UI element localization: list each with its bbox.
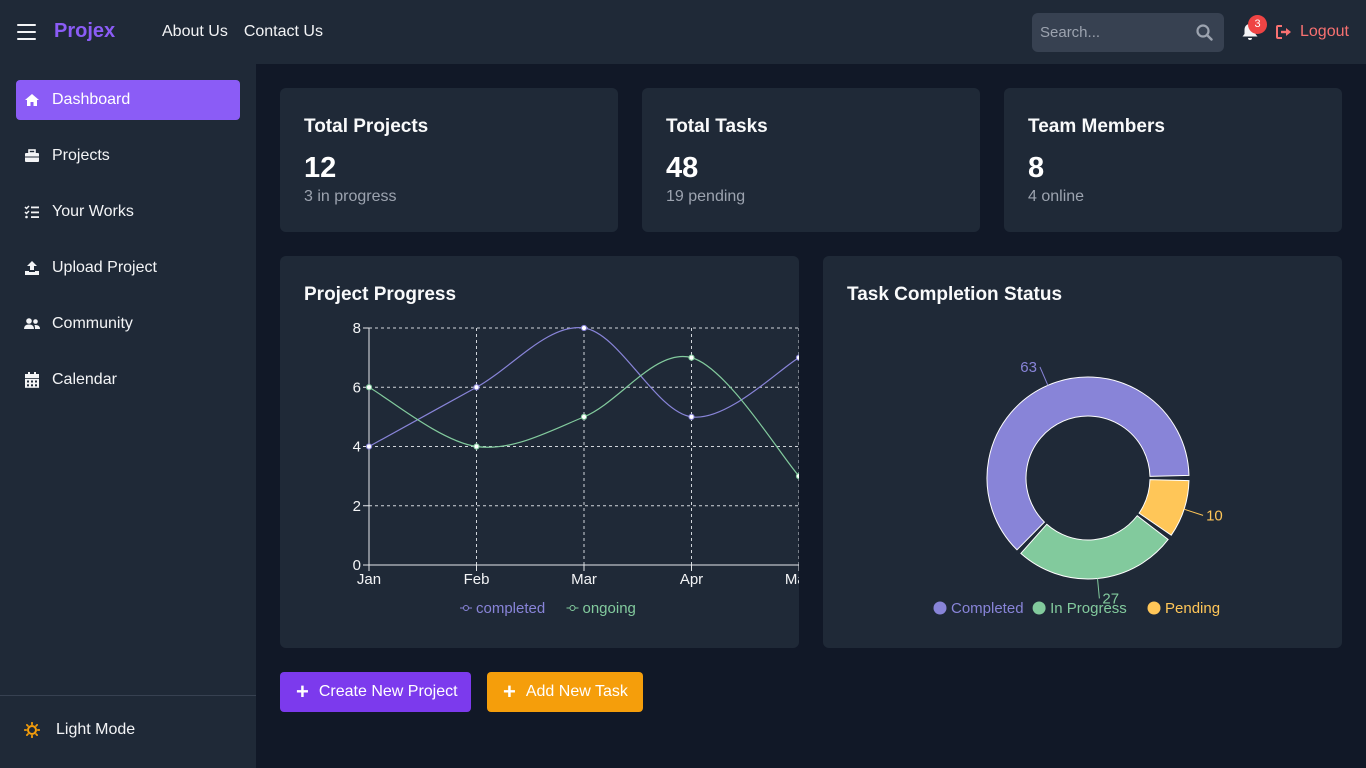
sidebar-item-calendar[interactable]: Calendar [16, 360, 240, 400]
brand-logo[interactable]: Projex [54, 20, 115, 43]
users-icon [24, 316, 40, 332]
data-point-ongoing [688, 354, 695, 361]
plus-icon: + [296, 679, 309, 704]
sidebar: Dashboard Projects Your Works Upload Pro… [0, 64, 256, 768]
logout-label: Logout [1300, 23, 1349, 40]
light-mode-label: Light Mode [56, 721, 136, 738]
add-task-button[interactable]: + Add New Task [487, 672, 643, 712]
sidebar-item-label: Projects [52, 147, 110, 164]
data-point-completed [580, 324, 588, 332]
task-status-panel: Task Completion Status 63 27 10 Completed In… [823, 256, 1342, 648]
legend-label: Completed [951, 600, 1024, 617]
top-nav: About Us Contact Us [162, 23, 323, 41]
upload-icon [24, 260, 40, 276]
stat-subtext: 19 pending [666, 188, 746, 205]
slice-leader-line [1183, 508, 1204, 516]
stat-card-total-tasks: Total Tasks 48 19 pending [642, 88, 980, 232]
y-tick-label: 6 [353, 379, 361, 396]
sign-out-icon [1276, 25, 1291, 39]
data-point-ongoing [795, 473, 799, 480]
legend-dot-pending [1147, 601, 1161, 615]
legend-label-ongoing: ongoing [583, 600, 636, 617]
sidebar-item-label: Community [52, 315, 133, 332]
sidebar-item-label: Dashboard [52, 91, 131, 108]
legend-dot-completed [933, 601, 947, 615]
slice-leader-line [1097, 578, 1100, 599]
stat-value: 48 [666, 152, 699, 184]
search-box [1032, 13, 1224, 52]
project-progress-panel: Project Progress 02468JanFebMarAprMaycom… [280, 256, 799, 648]
sidebar-item-your-works[interactable]: Your Works [16, 192, 240, 232]
project-progress-chart: 02468JanFebMarAprMaycompletedongoing [353, 320, 799, 617]
create-project-label: Create New Project [318, 683, 458, 700]
x-tick-label: Jan [357, 571, 381, 588]
stat-card-total-projects: Total Projects 12 3 in progress [280, 88, 618, 232]
legend-label: Pending [1165, 600, 1220, 617]
search-input[interactable] [1032, 24, 1182, 41]
sidebar-item-projects[interactable]: Projects [16, 136, 240, 176]
legend-dot-completed [463, 605, 469, 611]
slice-value-label: 63 [1020, 359, 1037, 376]
search-icon[interactable] [1196, 24, 1213, 41]
legend-label-completed: completed [476, 600, 545, 617]
sidebar-item-label: Your Works [52, 203, 134, 220]
sun-icon [24, 722, 40, 738]
briefcase-icon [24, 148, 40, 164]
sidebar-divider [0, 695, 256, 696]
sidebar-item-upload-project[interactable]: Upload Project [16, 248, 240, 288]
data-point-completed [795, 354, 799, 361]
add-task-label: Add New Task [525, 683, 628, 700]
create-project-button[interactable]: + Create New Project [280, 672, 471, 712]
slice-value-label: 10 [1206, 507, 1223, 524]
slice-in-progress [1020, 515, 1169, 580]
legend-dot-ongoing [569, 605, 576, 611]
stat-value: 8 [1028, 152, 1045, 184]
checklist-icon [24, 204, 40, 220]
chart-legend: completed ongoing [460, 600, 636, 617]
nav-about-us[interactable]: About Us [162, 23, 228, 41]
sidebar-item-dashboard[interactable]: Dashboard [16, 80, 240, 120]
sidebar-item-label: Calendar [52, 371, 117, 388]
x-tick-label: May [785, 571, 799, 588]
stat-title: Team Members [1028, 116, 1165, 137]
stat-subtext: 3 in progress [304, 188, 397, 205]
x-tick-label: Feb [464, 571, 490, 588]
stat-title: Total Tasks [666, 116, 768, 137]
y-tick-label: 4 [353, 439, 361, 456]
x-tick-label: Apr [680, 571, 703, 588]
stat-title: Total Projects [304, 116, 429, 137]
sidebar-item-label: Upload Project [52, 259, 157, 276]
y-tick-label: 2 [353, 498, 361, 515]
nav-contact-us[interactable]: Contact Us [244, 23, 323, 41]
y-tick-label: 8 [353, 320, 361, 337]
x-tick-label: Mar [571, 571, 597, 588]
home-icon [24, 92, 40, 108]
plus-icon: + [503, 679, 516, 704]
legend-label: In Progress [1050, 600, 1127, 617]
data-point-completed [365, 443, 373, 450]
slice-leader-line [1039, 366, 1049, 386]
chart-legend: Completed In Progress Pending [933, 600, 1220, 617]
stat-subtext: 4 online [1028, 188, 1085, 205]
data-point-completed [473, 384, 480, 391]
notification-badge: 3 [1248, 15, 1267, 34]
data-point-ongoing [580, 413, 588, 420]
sidebar-item-community[interactable]: Community [16, 304, 240, 344]
data-point-completed [688, 413, 695, 420]
menu-icon[interactable] [17, 24, 36, 40]
stat-card-team-members: Team Members 8 4 online [1004, 88, 1342, 232]
light-mode-toggle[interactable]: Light Mode [24, 721, 135, 739]
logout-button[interactable]: Logout [1276, 23, 1349, 41]
stat-value: 12 [304, 152, 337, 184]
data-point-ongoing [365, 384, 373, 391]
data-point-ongoing [473, 443, 480, 450]
task-status-chart: 632710Completed In Progress Pending [933, 359, 1223, 617]
legend-dot-in-progress [1032, 601, 1046, 615]
top-bar: Projex About Us Contact Us 3 Logout [0, 0, 1366, 64]
calendar-icon [24, 372, 40, 388]
